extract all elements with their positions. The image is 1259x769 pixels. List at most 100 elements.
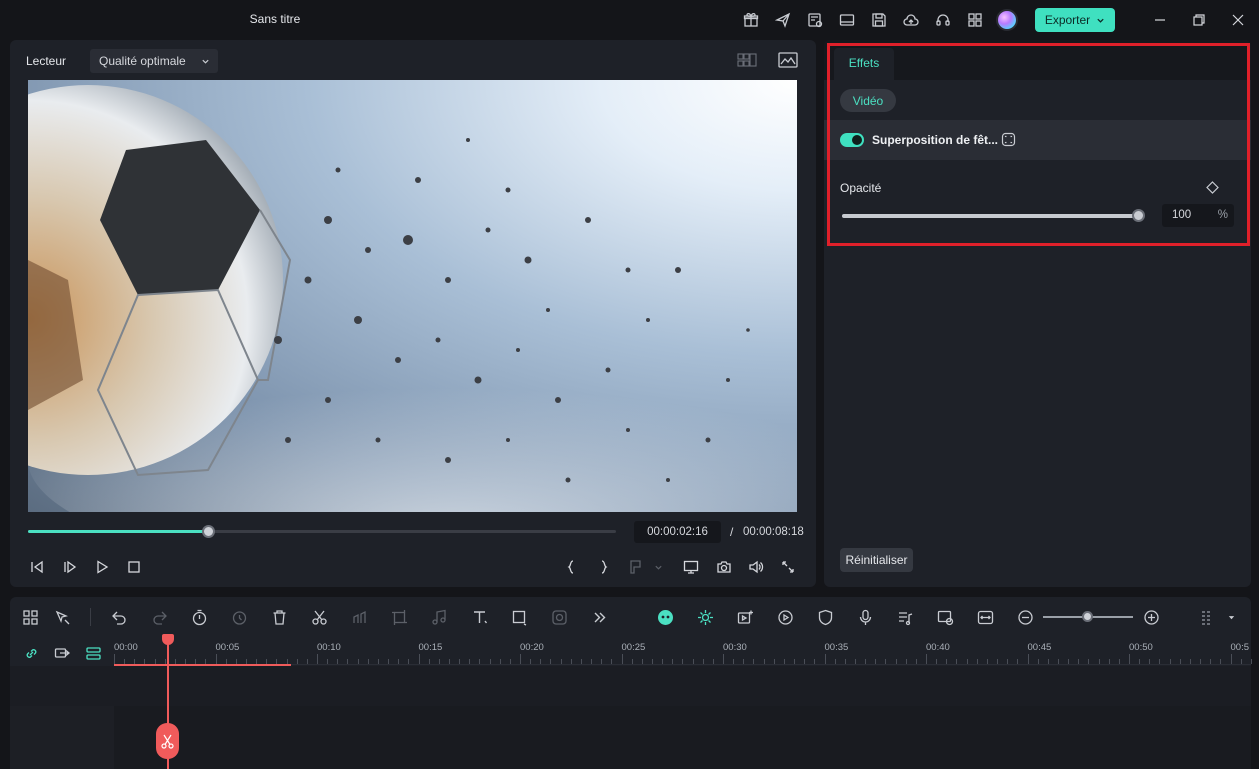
ruler-tick [418,654,420,664]
crop-icon[interactable] [388,606,410,628]
speed-timer-icon[interactable] [188,606,210,628]
quality-select[interactable]: Qualité optimale [90,49,218,73]
ruler-tick [215,654,217,664]
zoom-out-icon[interactable] [1014,606,1036,628]
chevron-down-icon [1097,18,1104,23]
ruler-tick [702,659,704,664]
restore-button[interactable] [1189,10,1209,30]
preview-render-icon[interactable] [934,606,956,628]
ruler-tick [1139,659,1141,664]
image-icon[interactable] [778,51,798,69]
ruler-tick [550,659,552,664]
stop-button[interactable] [123,556,145,578]
ruler-tick [357,659,359,664]
play-button[interactable] [91,556,113,578]
text-icon[interactable] [468,606,490,628]
redo-icon[interactable] [148,606,170,628]
zoom-in-icon[interactable] [1140,606,1162,628]
ruler-tick [408,659,410,664]
export-button[interactable]: Exporter [1035,8,1115,32]
ruler-tick [895,659,897,664]
timeline-track[interactable] [10,706,1251,769]
layout-switch-icon[interactable] [19,606,41,628]
media-settings-icon[interactable] [805,10,825,30]
timeline-ruler[interactable]: 00:00 00:05 00:10 00:15 00:20 00:25 00:30 00:35… [114,637,1252,665]
ruler-tick [530,659,532,664]
playback-loop-icon[interactable] [774,606,796,628]
split-scissors-icon[interactable] [308,606,330,628]
minimize-button[interactable] [1150,10,1170,30]
ruler-tick [946,659,948,664]
cloud-upload-icon[interactable] [901,10,921,30]
track-header [10,706,114,769]
ruler-tick [428,659,430,664]
gift-icon[interactable] [741,10,761,30]
microphone-icon[interactable] [854,606,876,628]
ruler-tick [814,659,816,664]
mark-in-button[interactable] [560,556,582,578]
ruler-tick [347,659,349,664]
apps-grid-icon[interactable] [965,10,985,30]
more-tools-icon[interactable] [588,606,610,628]
zoom-slider-handle[interactable] [1082,611,1093,622]
track-options-icon[interactable] [1196,606,1218,628]
ruler-tick [1057,659,1059,664]
ruler-label: 00:15 [418,642,443,653]
timeline-track[interactable] [10,666,1251,706]
ruler-tick [1078,659,1080,664]
ruler-tick [824,654,826,664]
marker-icon[interactable] [625,556,647,578]
group-link-icon[interactable] [51,642,73,664]
fullscreen-icon[interactable] [777,556,799,578]
auto-speed-icon[interactable] [228,606,250,628]
add-media-icon[interactable] [734,606,756,628]
playback-progress-bar[interactable] [28,525,616,538]
headset-icon[interactable] [933,10,953,30]
ai-effects-icon[interactable] [694,606,716,628]
reset-button[interactable]: Réinitialiser [840,548,913,572]
delete-icon[interactable] [268,606,290,628]
undo-icon[interactable] [108,606,130,628]
ai-assistant-icon[interactable] [654,606,676,628]
current-time[interactable]: 00:00:02:16 [634,521,721,543]
fit-timeline-icon[interactable] [974,606,996,628]
playhead-split-handle[interactable] [156,723,179,759]
ruler-tick [662,659,664,664]
avatar[interactable] [996,9,1018,31]
ruler-tick [1088,659,1090,664]
track-manager-icon[interactable] [82,642,104,664]
video-frame-image [28,85,797,512]
ruler-tick [398,659,400,664]
music-icon[interactable] [428,606,450,628]
chevron-down-icon[interactable] [1227,613,1236,622]
chevron-down-icon[interactable] [654,563,663,572]
mark-out-button[interactable] [593,556,615,578]
ruler-tick [1118,659,1120,664]
audio-mix-icon[interactable] [894,606,916,628]
next-frame-button[interactable] [59,556,81,578]
save-icon[interactable] [869,10,889,30]
audio-stretch-icon[interactable] [348,606,370,628]
ruler-label: 00:00 [114,642,138,653]
playback-progress-handle[interactable] [201,525,215,538]
volume-icon[interactable] [745,556,767,578]
quality-value: Qualité optimale [99,54,186,68]
ruler-tick [753,659,755,664]
close-button[interactable] [1228,10,1248,30]
mask-icon[interactable] [548,606,570,628]
display-icon[interactable] [680,556,702,578]
ruler-tick [1240,659,1242,664]
ruler-tick [327,659,329,664]
previous-frame-button[interactable] [26,556,48,578]
link-icon[interactable] [20,642,42,664]
ruler-tick [651,659,653,664]
title-bar: Sans titre Exporter [0,0,1259,40]
shape-icon[interactable] [508,606,530,628]
toolbar-divider [90,608,91,626]
grid-view-icon[interactable] [737,52,757,68]
layout-icon[interactable] [837,10,857,30]
select-tool-icon[interactable] [51,606,73,628]
camera-icon[interactable] [713,556,735,578]
send-icon[interactable] [773,10,793,30]
shield-icon[interactable] [814,606,836,628]
